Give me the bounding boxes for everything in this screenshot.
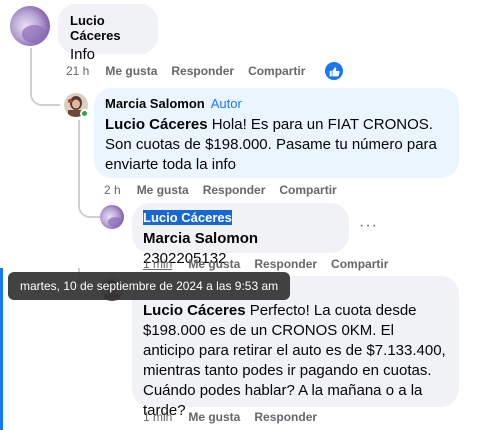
timestamp-tooltip: martes, 10 de septiembre de 2024 a las 9… xyxy=(8,272,291,300)
thread-curve-reply-1 xyxy=(30,88,60,106)
comment-text: Lucio Cáceres Hola! Es para un FIAT CRON… xyxy=(105,115,448,175)
reply-button[interactable]: Responder xyxy=(254,410,317,424)
avatar[interactable] xyxy=(10,6,50,46)
thread-curve-reply-2 xyxy=(78,200,100,218)
more-options-button[interactable]: ··· xyxy=(359,217,378,235)
share-button[interactable]: Compartir xyxy=(331,257,388,271)
thread-line-reply-1 xyxy=(78,120,80,206)
comment-body: Perfecto! La cuota desde $198.000 es de … xyxy=(143,302,446,419)
comment-actions: 1 min Me gusta Responder Compartir xyxy=(143,255,402,273)
comment-bubble: Marcia Salomon Autor Lucio Cáceres Hola! … xyxy=(94,88,459,178)
reply-button[interactable]: Responder xyxy=(203,183,266,197)
share-button[interactable]: Compartir xyxy=(248,64,305,78)
online-status-dot xyxy=(80,109,89,118)
comment-actions: 1 min Me gusta Responder xyxy=(143,408,331,426)
comment-timestamp[interactable]: 2 h xyxy=(104,183,121,197)
mention-link[interactable]: Lucio Cáceres xyxy=(143,302,246,319)
avatar-image xyxy=(10,6,50,46)
reply-button[interactable]: Responder xyxy=(171,64,234,78)
comment-bubble: Lucio Cáceres Marcia Salomon 2302205132 xyxy=(132,203,349,267)
comment-author[interactable]: Lucio Cáceres xyxy=(70,13,146,43)
comment-timestamp[interactable]: 1 min xyxy=(143,410,172,424)
comment-actions: 2 h Me gusta Responder Compartir xyxy=(104,181,351,199)
comment-actions: 21 h Me gusta Responder Compartir xyxy=(66,62,357,80)
reply-button[interactable]: Responder xyxy=(254,257,317,271)
thumbs-up-icon[interactable] xyxy=(325,62,344,80)
like-button[interactable]: Me gusta xyxy=(105,64,157,78)
mention-link[interactable]: Marcia Salomon xyxy=(143,230,258,247)
comment-timestamp[interactable]: 1 min xyxy=(143,257,172,271)
avatar[interactable] xyxy=(100,205,124,229)
comment-bubble: Lucio Cáceres Info xyxy=(58,4,158,63)
focused-comment-indicator xyxy=(0,268,3,430)
author-badge: Autor xyxy=(210,96,242,111)
like-button[interactable]: Me gusta xyxy=(188,257,240,271)
like-button[interactable]: Me gusta xyxy=(188,410,240,424)
comment-timestamp[interactable]: 21 h xyxy=(66,64,89,78)
comment-text: Lucio Cáceres Perfecto! La cuota desde $… xyxy=(143,301,448,421)
mention-link[interactable]: Lucio Cáceres xyxy=(105,116,208,133)
share-button[interactable]: Compartir xyxy=(279,183,336,197)
avatar-image xyxy=(100,205,124,229)
comment-author[interactable]: Lucio Cáceres xyxy=(143,210,232,225)
comment-author[interactable]: Marcia Salomon xyxy=(105,96,205,111)
like-button[interactable]: Me gusta xyxy=(137,183,189,197)
